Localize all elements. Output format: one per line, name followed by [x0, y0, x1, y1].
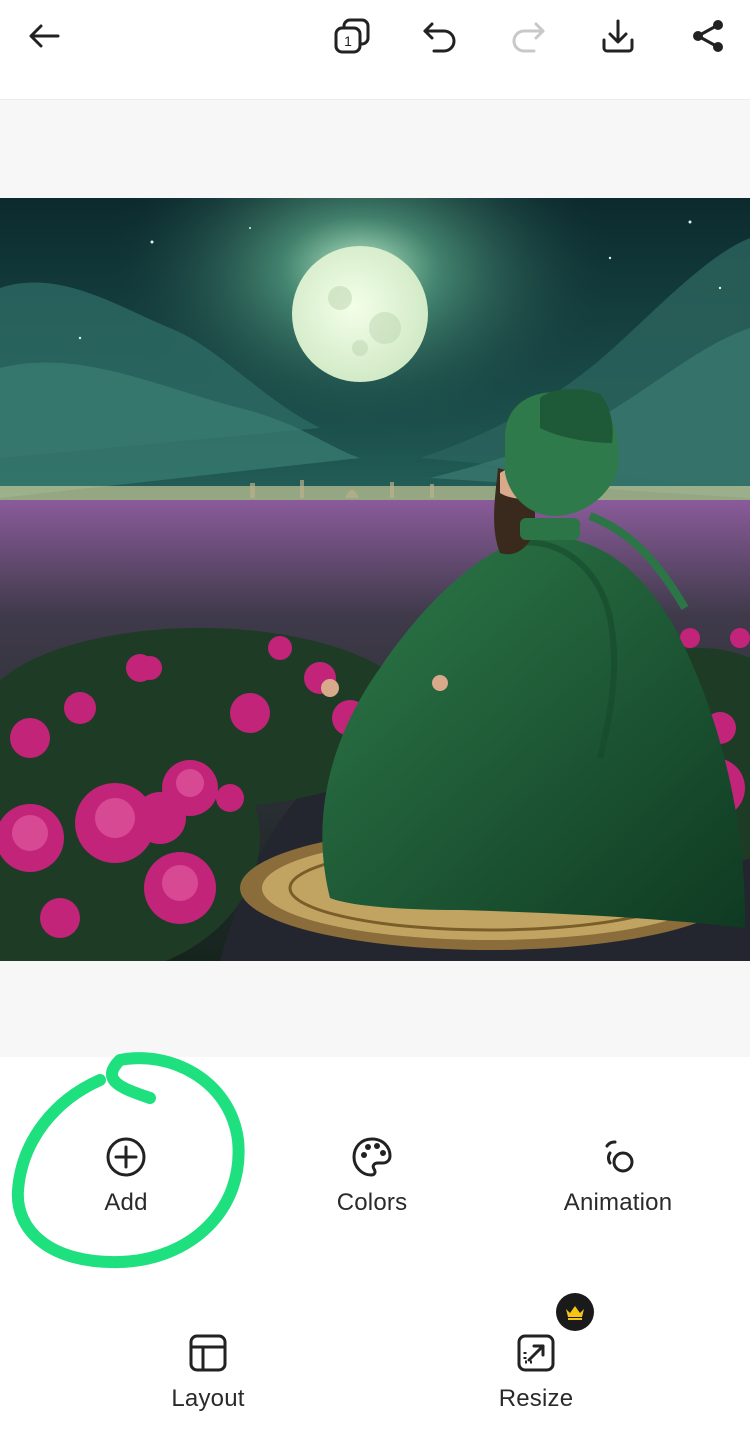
share-button[interactable]	[686, 14, 730, 58]
tool-colors[interactable]: Colors	[272, 1135, 472, 1217]
canvas-area[interactable]	[0, 101, 750, 1057]
tool-layout-label: Layout	[171, 1385, 245, 1412]
resize-icon	[517, 1334, 555, 1372]
tool-add-label: Add	[104, 1189, 148, 1216]
arrow-left-icon	[29, 24, 60, 48]
undo-icon	[423, 22, 456, 53]
plus-circle-icon	[106, 1137, 146, 1177]
tool-resize[interactable]: Resize	[436, 1331, 636, 1413]
crown-icon	[566, 1306, 584, 1320]
top-toolbar: 1	[0, 0, 750, 100]
download-button[interactable]	[596, 14, 640, 58]
layout-icon	[189, 1334, 227, 1372]
animation-icon	[605, 1140, 634, 1173]
premium-badge	[556, 1293, 594, 1331]
tool-animation-label: Animation	[563, 1189, 673, 1216]
download-icon	[602, 19, 634, 53]
tool-colors-label: Colors	[336, 1189, 408, 1216]
share-icon	[693, 20, 723, 52]
pages-stack-icon: 1	[334, 18, 370, 54]
back-button[interactable]	[22, 14, 66, 58]
undo-button[interactable]	[418, 14, 462, 58]
tool-resize-label: Resize	[498, 1385, 574, 1412]
pages-count: 1	[344, 33, 352, 49]
tool-panel: Add Colors Animation Layout Resize	[0, 1057, 750, 1452]
palette-icon	[352, 1137, 392, 1177]
tool-layout[interactable]: Layout	[108, 1331, 308, 1413]
pages-button[interactable]: 1	[330, 14, 374, 58]
redo-icon	[512, 22, 545, 53]
moonlit-rose-field-image	[0, 198, 750, 961]
redo-button[interactable]	[506, 14, 550, 58]
tool-add[interactable]: Add	[26, 1135, 226, 1217]
design-artwork[interactable]	[0, 198, 750, 961]
tool-animation[interactable]: Animation	[518, 1135, 718, 1217]
